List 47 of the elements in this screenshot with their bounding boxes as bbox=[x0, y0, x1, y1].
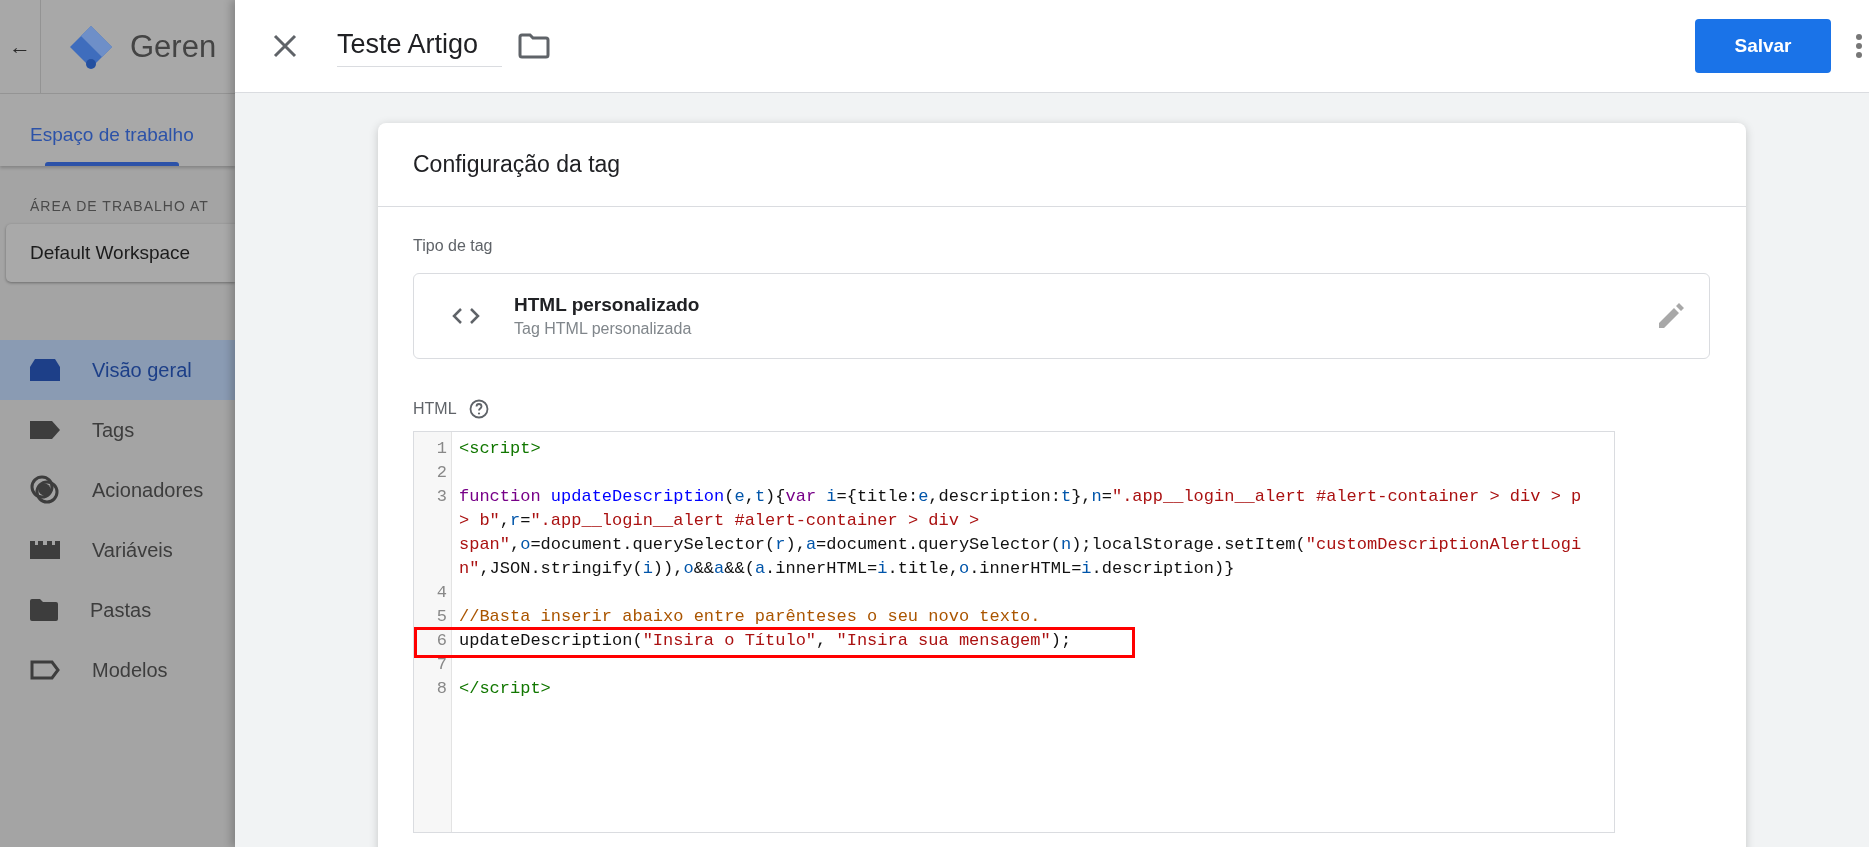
code-line: updateDescription("Insira o Título", "Insira sua mensagem"); bbox=[459, 630, 1073, 652]
brick-icon bbox=[30, 541, 60, 559]
line-number: 1 bbox=[435, 438, 448, 460]
code-line: </script> bbox=[459, 678, 552, 700]
tag-type-selector[interactable]: HTML personalizado Tag HTML personalizada bbox=[413, 273, 1710, 359]
folder-icon bbox=[30, 599, 58, 621]
back-button[interactable]: ← bbox=[0, 0, 41, 93]
field-label: Tipo de tag bbox=[413, 237, 494, 255]
line-number: 8 bbox=[435, 678, 448, 700]
more-vertical-icon bbox=[1855, 34, 1863, 58]
nav-item[interactable]: Modelos bbox=[0, 640, 235, 700]
help-icon[interactable] bbox=[468, 399, 489, 419]
card-title: Configuração da tag bbox=[413, 151, 621, 178]
line-number: 7 bbox=[435, 654, 448, 676]
code-icon bbox=[452, 307, 480, 325]
code-editor[interactable] bbox=[413, 431, 1615, 833]
tag-icon bbox=[30, 421, 60, 439]
overlapping-circles-icon bbox=[30, 475, 60, 505]
nav-item[interactable]: Visão geral bbox=[0, 340, 235, 400]
nav-item[interactable]: Acionadores bbox=[0, 460, 235, 520]
line-number: 2 bbox=[435, 462, 448, 484]
tag-type-name: HTML personalizado bbox=[514, 294, 701, 316]
section-heading: ÁREA DE TRABALHO AT bbox=[30, 198, 210, 214]
nav-item[interactable]: Tags bbox=[0, 400, 235, 460]
close-button[interactable] bbox=[271, 32, 299, 60]
tag-outline-icon bbox=[30, 660, 60, 680]
line-number: 6 bbox=[435, 630, 448, 652]
more-button[interactable] bbox=[1855, 34, 1863, 58]
product-name: Geren bbox=[130, 28, 217, 65]
pencil-icon bbox=[1657, 302, 1685, 330]
code-line: function updateDescription(e,t){var i={title:e,description:t},n=".app__login__alert #alert-container > div > p > b",r=".app__login__alert #alert-container > div > span",o=document.querySelector(r),a=document.querySelector(n);localStorage.setItem("customDescriptionAlertLogin",JSON.stringify(i)),o&&a&&(a.innerHTML=i.title,o.innerHTML=i.description)} bbox=[459, 486, 1583, 580]
tag-type-description: Tag HTML personalizada bbox=[514, 320, 693, 338]
folder-button[interactable] bbox=[518, 33, 550, 59]
line-number: 5 bbox=[435, 606, 448, 628]
folder-outline-icon bbox=[518, 33, 550, 59]
nav-item[interactable]: Variáveis bbox=[0, 520, 235, 580]
inbox-icon bbox=[30, 359, 60, 381]
workspace-selector[interactable]: Default Workspace bbox=[6, 224, 235, 282]
diamond-logo-icon bbox=[68, 23, 114, 70]
line-number: 4 bbox=[435, 582, 448, 604]
line-number: 3 bbox=[435, 486, 448, 508]
nav-item[interactable]: Pastas bbox=[0, 580, 235, 640]
save-button[interactable]: Salvar bbox=[1695, 19, 1831, 73]
field-label: HTML bbox=[413, 400, 457, 418]
code-line: <script> bbox=[459, 438, 542, 460]
close-icon bbox=[271, 32, 299, 60]
code-line: //Basta inserir abaixo entre parênteses o seu novo texto. bbox=[459, 606, 1042, 628]
